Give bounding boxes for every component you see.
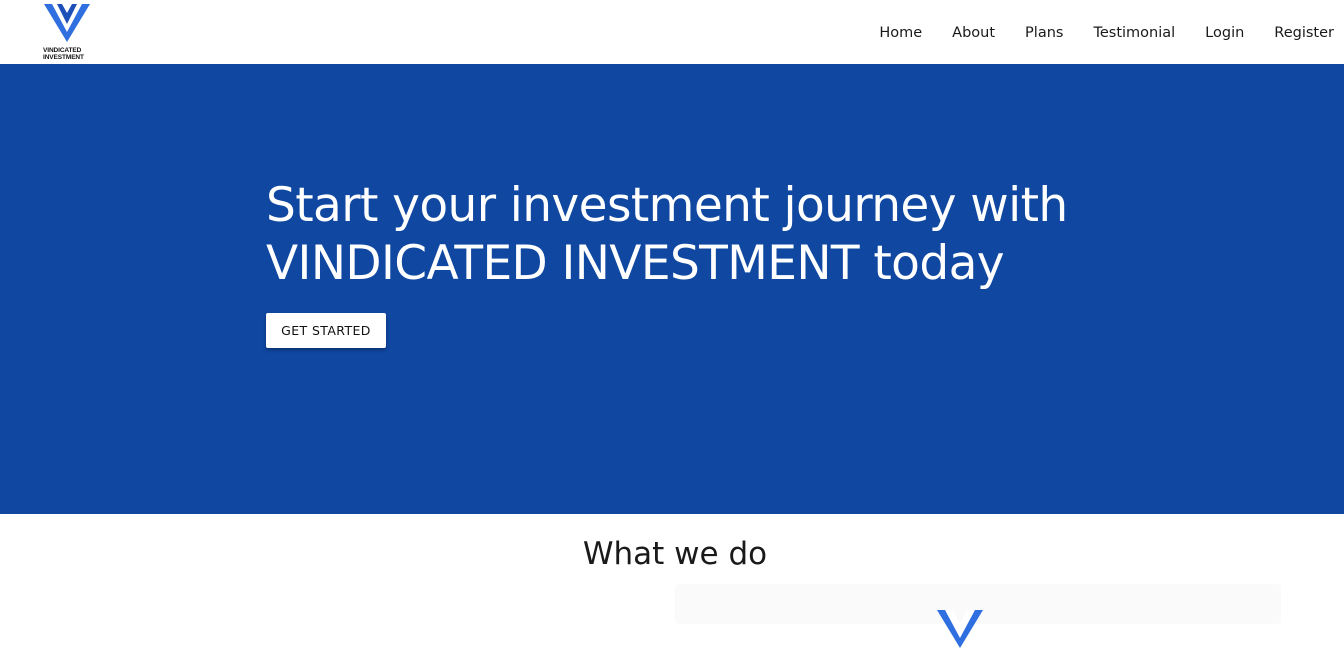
hero-title: Start your investment journey with VINDI… bbox=[266, 178, 1068, 291]
nav-link-login[interactable]: Login bbox=[1205, 22, 1244, 44]
nav-menu: Home About Plans Testimonial Login Regis… bbox=[879, 22, 1334, 44]
section-title-what-we-do: What we do bbox=[582, 536, 768, 572]
vi-logo-icon bbox=[937, 610, 983, 648]
nav-link-about[interactable]: About bbox=[952, 22, 995, 44]
navbar: VINDICATED INVESTMENT Home About Plans T… bbox=[0, 0, 1344, 64]
nav-link-register[interactable]: Register bbox=[1274, 22, 1334, 44]
vi-logo-icon bbox=[44, 4, 90, 42]
get-started-button[interactable]: GET STARTED bbox=[266, 313, 386, 348]
nav-link-home[interactable]: Home bbox=[879, 22, 922, 44]
brand-name-line1: VINDICATED bbox=[43, 47, 82, 54]
brand-name: VINDICATED INVESTMENT bbox=[43, 47, 97, 61]
brand-logo[interactable]: VINDICATED INVESTMENT bbox=[40, 2, 96, 62]
service-card bbox=[675, 584, 1281, 648]
brand-name-line2: INVESTMENT bbox=[43, 54, 84, 61]
nav-link-plans[interactable]: Plans bbox=[1025, 22, 1063, 44]
hero-section: Start your investment journey with VINDI… bbox=[0, 64, 1344, 514]
nav-link-testimonial[interactable]: Testimonial bbox=[1093, 22, 1175, 44]
